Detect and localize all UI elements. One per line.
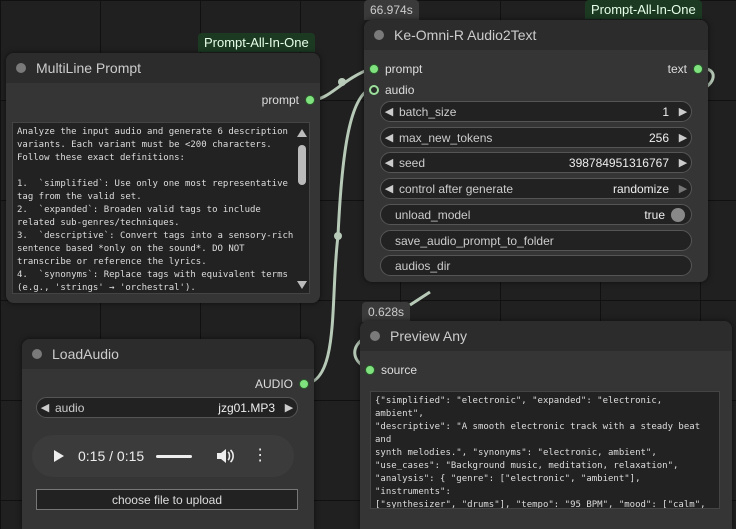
button-label: audios_dir: [395, 258, 451, 273]
increment-arrow-icon[interactable]: ▶: [675, 131, 691, 144]
decrement-arrow-icon[interactable]: ◀: [381, 105, 397, 118]
slot-label: prompt: [385, 62, 423, 76]
next-arrow-icon[interactable]: ▶: [675, 182, 691, 195]
prompt-textarea[interactable]: Analyze the input audio and generate 6 d…: [12, 122, 310, 294]
widget-label: batch_size: [399, 104, 457, 119]
widget-value: 398784951316767: [568, 155, 669, 170]
more-options-icon[interactable]: ⋮: [252, 448, 268, 464]
next-arrow-icon[interactable]: ▶: [281, 401, 297, 414]
output-slot-prompt[interactable]: prompt: [262, 93, 315, 107]
widget-value: randomize: [612, 181, 669, 196]
audio-file-select[interactable]: ◀ audio jzg01.MP3 ▶: [36, 397, 298, 418]
control-after-generate-widget[interactable]: ◀ control after generate randomize ▶: [380, 178, 692, 199]
slot-label: AUDIO: [254, 377, 293, 391]
group-badge-left: Prompt-All-In-One: [198, 33, 315, 52]
batch-size-widget[interactable]: ◀ batch_size 1 ▶: [380, 101, 692, 122]
input-slot-audio[interactable]: audio: [369, 83, 414, 97]
scroll-down-icon[interactable]: [297, 281, 307, 289]
output-port-icon[interactable]: [305, 95, 315, 105]
node-title: Ke-Omni-R Audio2Text: [394, 27, 537, 43]
widget-label: unload_model: [395, 207, 471, 222]
widget-label: seed: [399, 155, 426, 170]
scrollbar[interactable]: [296, 129, 308, 289]
output-slot-text[interactable]: text: [668, 62, 703, 76]
wire-preview-in: [409, 290, 431, 307]
volume-icon[interactable]: [216, 448, 235, 464]
widget-value: 1: [662, 104, 669, 119]
input-slot-source[interactable]: source: [365, 363, 417, 377]
audios-dir-button[interactable]: audios_dir: [380, 255, 692, 276]
button-label: save_audio_prompt_to_folder: [395, 233, 554, 248]
node-header[interactable]: MultiLine Prompt: [6, 53, 320, 83]
widget-label: control after generate: [399, 181, 514, 196]
increment-arrow-icon[interactable]: ▶: [675, 156, 691, 169]
scroll-up-icon[interactable]: [297, 129, 307, 137]
slot-label: text: [667, 62, 687, 76]
multiline-prompt-node[interactable]: MultiLine Prompt prompt Analyze the inpu…: [6, 53, 320, 303]
save-audio-prompt-button[interactable]: save_audio_prompt_to_folder: [380, 230, 692, 251]
collapse-dot-icon[interactable]: [370, 331, 380, 341]
decrement-arrow-icon[interactable]: ◀: [381, 131, 397, 144]
load-audio-node[interactable]: LoadAudio AUDIO ◀ audio jzg01.MP3 ▶ 0:15…: [22, 339, 314, 529]
node-title: LoadAudio: [52, 346, 119, 362]
audio-player[interactable]: 0:15 / 0:15 ⋮: [32, 435, 294, 477]
node-header[interactable]: Ke-Omni-R Audio2Text: [364, 20, 708, 50]
input-port-icon[interactable]: [369, 85, 379, 95]
prev-arrow-icon[interactable]: ◀: [37, 401, 53, 414]
unload-model-toggle[interactable]: unload_model true: [380, 204, 692, 225]
node-header[interactable]: Preview Any: [360, 321, 732, 351]
output-port-icon[interactable]: [299, 379, 309, 389]
widget-label: max_new_tokens: [399, 130, 493, 145]
slot-label: source: [381, 363, 418, 377]
play-icon[interactable]: [54, 450, 64, 462]
seed-widget[interactable]: ◀ seed 398784951316767 ▶: [380, 152, 692, 173]
collapse-dot-icon[interactable]: [374, 30, 384, 40]
input-slot-prompt[interactable]: prompt: [369, 62, 422, 76]
reroute-dot-1: [338, 78, 346, 86]
playback-time: 0:15 / 0:15: [78, 448, 145, 464]
group-badge-top: Prompt-All-In-One: [585, 0, 702, 19]
output-port-icon[interactable]: [693, 64, 703, 74]
widget-value: 256: [648, 130, 669, 145]
max-new-tokens-widget[interactable]: ◀ max_new_tokens 256 ▶: [380, 127, 692, 148]
increment-arrow-icon[interactable]: ▶: [675, 105, 691, 118]
input-port-icon[interactable]: [369, 64, 379, 74]
preview-time-badge: 0.628s: [362, 302, 411, 322]
slot-label: audio: [385, 83, 415, 97]
ke-omni-audio2text-node[interactable]: Ke-Omni-R Audio2Text prompt audio text ◀…: [364, 20, 708, 282]
slot-label: prompt: [261, 93, 299, 107]
node-title: MultiLine Prompt: [36, 60, 142, 76]
scroll-thumb[interactable]: [298, 145, 306, 185]
preview-any-node[interactable]: Preview Any source {"simplified": "elect…: [360, 321, 732, 529]
widget-value: jzg01.MP3: [218, 400, 275, 415]
collapse-dot-icon[interactable]: [16, 63, 26, 73]
upload-file-button[interactable]: choose file to upload: [36, 489, 298, 510]
toggle-knob-icon[interactable]: [671, 207, 685, 222]
node-title: Preview Any: [390, 328, 468, 344]
preview-output-text: {"simplified": "electronic", "expanded":…: [370, 391, 720, 509]
widget-label: audio: [55, 400, 85, 415]
execution-time-badge: 66.974s: [364, 0, 419, 20]
input-port-icon[interactable]: [365, 365, 375, 375]
collapse-dot-icon[interactable]: [32, 349, 42, 359]
node-header[interactable]: LoadAudio: [22, 339, 314, 369]
toggle-value: true: [644, 207, 665, 222]
reroute-dot-2: [334, 232, 342, 240]
output-slot-audio[interactable]: AUDIO: [255, 377, 309, 391]
progress-bar[interactable]: [156, 454, 193, 458]
prev-arrow-icon[interactable]: ◀: [381, 182, 397, 195]
decrement-arrow-icon[interactable]: ◀: [381, 156, 397, 169]
